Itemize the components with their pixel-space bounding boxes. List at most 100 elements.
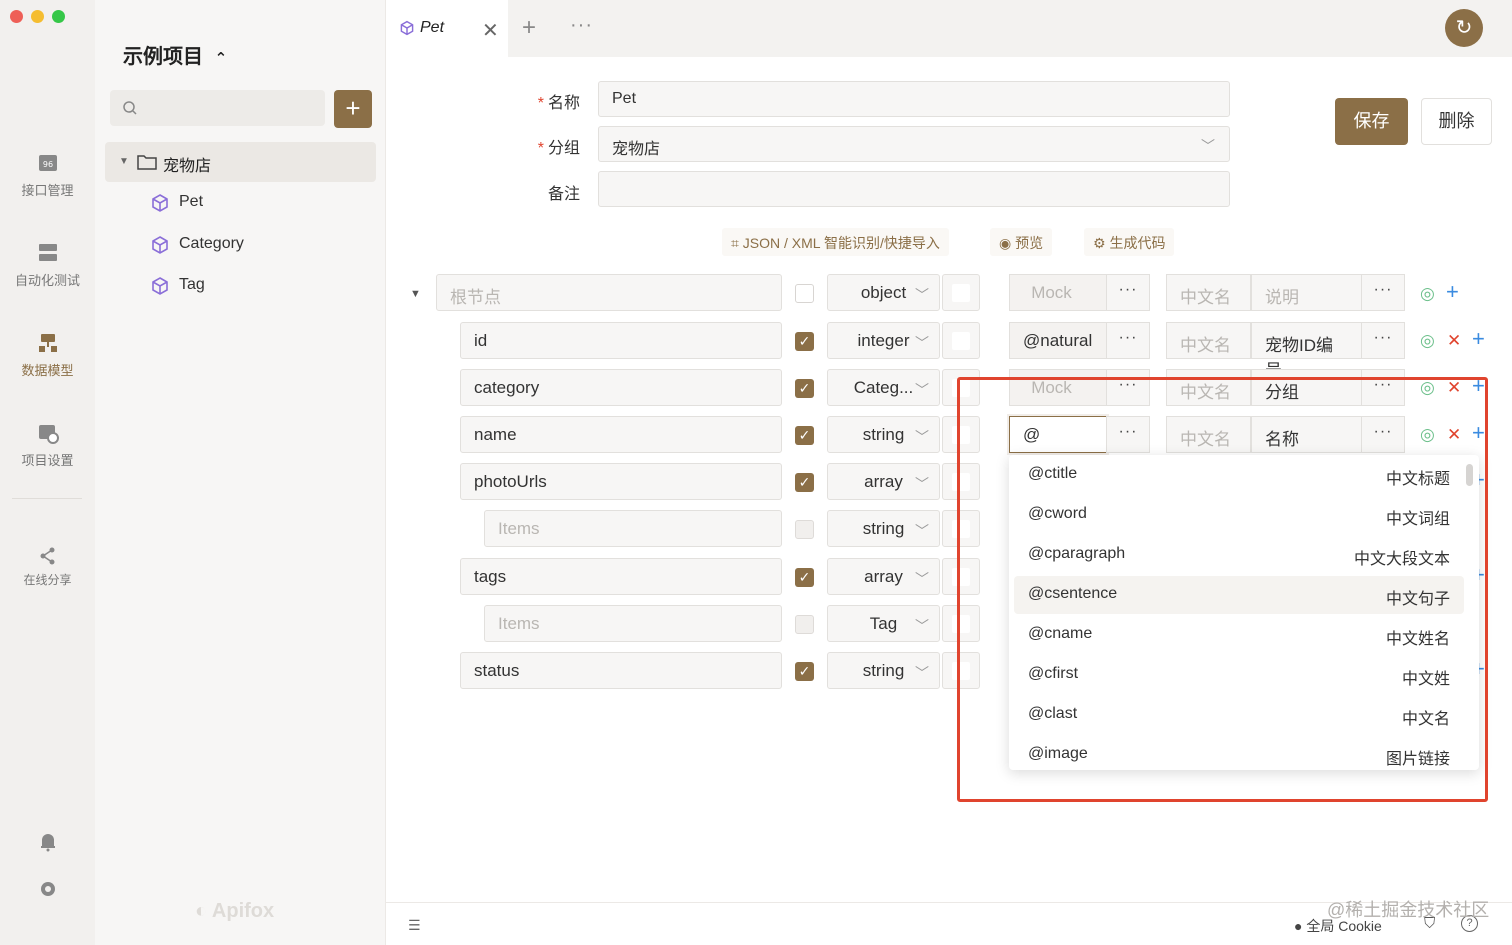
root-mock-field[interactable]: Mock [1009,274,1107,311]
rail-item-autotest[interactable]: 自动化测试 [0,242,95,289]
svg-text:96: 96 [42,160,52,169]
project-switcher[interactable]: 示例项目 ⌃ [123,40,227,69]
sidebar: 示例项目 ⌃ + ▼ 宠物店 Pet Category Tag ◐ Apifox [95,0,386,945]
add-child-icon[interactable]: + [1446,279,1459,305]
delete-row-icon[interactable]: ✕ [1447,331,1461,351]
cube-icon [152,194,168,212]
field-name-input[interactable]: id [460,322,782,359]
apifox-logo: ◐ Apifox [195,900,275,922]
field-name-input[interactable]: category [460,369,782,406]
close-tab-icon[interactable]: ✕ [482,18,499,43]
cookie-icon: ● [1294,918,1307,934]
add-button[interactable]: + [334,90,372,128]
type-select[interactable]: string ﹀ [827,510,940,547]
collapse-icon[interactable]: ▼ [410,288,421,300]
close-window-button[interactable] [10,10,23,23]
new-tab-button[interactable]: + [522,14,536,42]
mock-field[interactable]: @natural [1009,322,1107,359]
type-select[interactable]: string ﹀ [827,416,940,453]
preview-label: 预览 [1015,235,1044,251]
rail-item-api[interactable]: 96 接口管理 [0,152,95,199]
field-name-input[interactable]: status [460,652,782,689]
field-name-input[interactable]: tags [460,558,782,595]
tab-pet[interactable]: Pet ✕ [386,0,508,57]
eye-icon[interactable]: ◎ [1420,331,1435,351]
mock-more-button[interactable]: ··· [1106,322,1150,359]
type-select[interactable]: Tag ﹀ [827,605,940,642]
sync-button[interactable]: ↻ [1445,9,1483,47]
minimize-window-button[interactable] [31,10,44,23]
cube-icon [400,20,414,36]
share-icon [40,547,54,565]
rail-item-datamodel[interactable]: 数据模型 [0,332,95,379]
search-icon [123,101,137,115]
cn-field[interactable]: 中文名 [1166,322,1251,359]
bell-icon [40,834,55,852]
field-name-input[interactable]: name [460,416,782,453]
chevron-updown-icon: ⌃ [214,50,228,67]
root-type-select[interactable]: object ﹀ [827,274,940,311]
type-select[interactable]: integer ﹀ [827,322,940,359]
root-desc-field[interactable]: 说明 [1251,274,1362,311]
chevron-down-icon: ﹀ [915,429,929,445]
name-field[interactable]: Pet [598,81,1230,117]
required-checkbox[interactable]: ✓ [795,332,814,351]
chevron-down-icon: ﹀ [915,382,929,398]
root-desc-more-button[interactable]: ··· [1361,274,1405,311]
chevron-down-icon: ﹀ [915,476,929,492]
eye-icon[interactable]: ◎ [1420,284,1435,304]
items-name-field: Items [484,510,782,547]
generate-label: 生成代码 [1109,235,1166,251]
caret-down-icon[interactable]: ▼ [119,156,129,167]
settings-button[interactable] [0,878,95,906]
type-select[interactable]: string ﹀ [827,652,940,689]
rail-item-settings[interactable]: 项目设置 [0,422,95,469]
folder-icon [137,155,157,170]
rail-item-share[interactable]: 在线分享 [0,547,95,588]
desc-more-button[interactable]: ··· [1361,322,1405,359]
required-checkbox[interactable]: ✓ [795,662,814,681]
type-select[interactable]: array ﹀ [827,558,940,595]
root-cn-field[interactable]: 中文名 [1166,274,1251,311]
cube-icon [152,277,168,295]
required-checkbox[interactable]: ✓ [795,426,814,445]
import-button[interactable]: ⌗ JSON / XML 智能识别/快捷导入 [722,228,949,256]
type-select[interactable]: array ﹀ [827,463,940,500]
watermark: @稀土掘金技术社区 [1327,900,1490,920]
root-name-field[interactable]: 根节点 [436,274,782,311]
search-input[interactable] [110,90,325,126]
server-stack-icon [38,244,57,261]
tab-bar: Pet ✕ + ··· ↻ [386,0,1512,57]
generate-code-button[interactable]: ⚙ 生成代码 [1084,228,1175,256]
root-required-checkbox[interactable] [795,284,814,303]
required-checkbox[interactable]: ✓ [795,379,814,398]
outline-toggle-icon[interactable]: ☰ [408,917,421,934]
note-field[interactable] [598,171,1230,207]
nullable-toggle[interactable] [942,322,980,359]
chevron-down-icon: ﹀ [915,571,929,587]
root-mock-more-button[interactable]: ··· [1106,274,1150,311]
eye-icon: ◉ [999,235,1016,251]
required-checkbox[interactable]: ✓ [795,473,814,492]
rail-item-label: 数据模型 [21,363,74,378]
type-select[interactable]: Categ... ﹀ [827,369,940,406]
rail-item-label: 自动化测试 [14,273,80,288]
chevron-down-icon: ﹀ [915,335,929,351]
add-sibling-icon[interactable]: + [1472,326,1485,352]
notification-button[interactable] [0,830,95,858]
rail-item-label: 在线分享 [23,573,72,587]
required-checkbox [795,520,814,539]
preview-button[interactable]: ◉ 预览 [990,228,1053,256]
root-nullable-toggle[interactable] [942,274,980,311]
more-icon[interactable]: ··· [570,14,593,37]
tree-folder[interactable]: ▼ 宠物店 [105,142,376,182]
chevron-down-icon: ﹀ [915,618,929,634]
maximize-window-button[interactable] [52,10,65,23]
save-button[interactable]: 保存 [1335,98,1408,145]
chevron-down-icon: ﹀ [915,287,929,303]
delete-button[interactable]: 删除 [1421,98,1492,145]
field-name-input[interactable]: photoUrls [460,463,782,500]
group-select[interactable]: 宠物店 ﹀ [598,126,1230,162]
required-checkbox[interactable]: ✓ [795,568,814,587]
desc-field[interactable]: 宠物ID编号 [1251,322,1362,380]
